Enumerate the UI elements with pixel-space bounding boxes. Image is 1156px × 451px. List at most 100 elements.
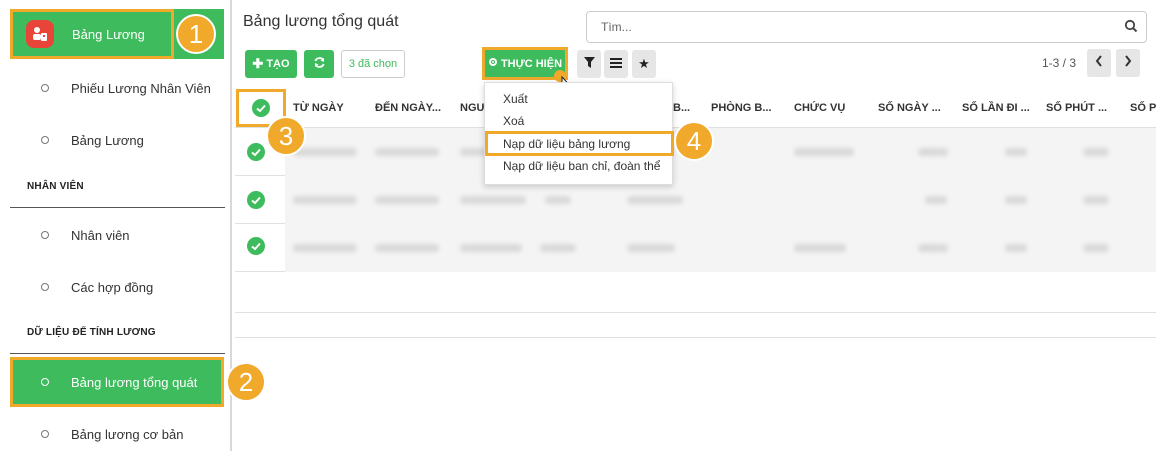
blurred-cell bbox=[1083, 196, 1109, 204]
section-divider bbox=[10, 353, 225, 354]
sidebar-item-bang-luong-co-ban[interactable]: Bảng lương cơ bản bbox=[0, 419, 232, 449]
blurred-cell bbox=[460, 244, 522, 252]
blurred-cell bbox=[1005, 196, 1027, 204]
plus-icon: ✚ bbox=[252, 56, 264, 71]
menu-item-export[interactable]: Xuất bbox=[503, 92, 528, 106]
blurred-cell bbox=[794, 244, 846, 252]
bullet-icon bbox=[41, 430, 49, 438]
sidebar-top-label: Bảng Lương bbox=[72, 26, 145, 42]
column-header[interactable]: SỐ NGÀY ... bbox=[878, 102, 941, 114]
menu-item-load-union-data[interactable]: Nạp dữ liệu ban chỉ, đoàn thể bbox=[503, 159, 660, 173]
section-heading-employee: NHÂN VIÊN bbox=[27, 181, 84, 192]
chevron-right-icon bbox=[1124, 54, 1132, 72]
list-icon bbox=[610, 55, 622, 73]
table-divider bbox=[235, 337, 1156, 338]
star-icon: ★ bbox=[638, 56, 650, 71]
column-header[interactable]: PHÒNG B... bbox=[711, 102, 772, 114]
app-icon bbox=[26, 20, 54, 48]
pager-prev-button[interactable] bbox=[1087, 49, 1111, 77]
bullet-icon bbox=[41, 283, 49, 291]
sidebar-item-label: Bảng lương tổng quát bbox=[71, 374, 198, 390]
filter-button[interactable] bbox=[577, 50, 601, 78]
column-header[interactable]: SỐ LẦN ĐI ... bbox=[962, 102, 1030, 114]
gear-icon bbox=[488, 57, 498, 70]
bullet-icon bbox=[41, 231, 49, 239]
check-circle-icon[interactable] bbox=[247, 191, 265, 209]
blurred-cell bbox=[1083, 148, 1109, 156]
step-badge-2: 2 bbox=[226, 362, 266, 402]
blurred-cell bbox=[918, 244, 948, 252]
blurred-cell bbox=[293, 148, 357, 156]
column-header[interactable]: NGƯ bbox=[460, 102, 486, 114]
table-row[interactable] bbox=[235, 176, 1156, 224]
check-circle-icon bbox=[252, 99, 270, 117]
sidebar-item-bang-luong-app[interactable]: Bảng Lương bbox=[10, 9, 174, 59]
table-divider bbox=[235, 312, 1156, 313]
column-header[interactable]: CHỨC VỤ bbox=[794, 102, 845, 114]
column-header[interactable]: SỐ P bbox=[1130, 102, 1156, 114]
pager-next-button[interactable] bbox=[1116, 49, 1140, 77]
blurred-cell bbox=[545, 196, 571, 204]
sidebar-item-hop-dong[interactable]: Các hợp đồng bbox=[0, 272, 232, 302]
sidebar-item-bang-luong-tong-quat[interactable]: Bảng lương tổng quát bbox=[10, 357, 224, 407]
step-badge-3: 3 bbox=[266, 116, 306, 156]
blurred-cell bbox=[375, 148, 439, 156]
blurred-cell bbox=[375, 244, 439, 252]
blurred-cell bbox=[293, 244, 357, 252]
refresh-button[interactable] bbox=[304, 50, 334, 78]
step-badge-1: 1 bbox=[176, 14, 216, 54]
section-heading-data: DỮ LIỆU ĐỂ TÍNH LƯƠNG bbox=[27, 327, 156, 338]
blurred-cell bbox=[375, 196, 439, 204]
bullet-icon bbox=[41, 84, 49, 92]
sidebar-item-phieu-luong[interactable]: Phiếu Lương Nhân Viên bbox=[0, 73, 232, 103]
check-circle-icon[interactable] bbox=[247, 237, 265, 255]
blurred-cell bbox=[627, 244, 675, 252]
search-placeholder: Tìm... bbox=[601, 20, 632, 34]
group-by-button[interactable] bbox=[604, 50, 628, 78]
refresh-icon bbox=[313, 56, 326, 72]
search-icon[interactable] bbox=[1124, 19, 1138, 36]
blurred-cell bbox=[293, 196, 357, 204]
pager-count: 1-3 / 3 bbox=[1042, 56, 1077, 70]
blurred-cell bbox=[1083, 244, 1109, 252]
sidebar-item-label: Bảng Lương bbox=[71, 132, 144, 148]
sidebar: Bảng Lương Phiếu Lương Nhân Viên Bảng Lư… bbox=[0, 0, 232, 451]
bullet-icon bbox=[41, 378, 49, 386]
table-row[interactable] bbox=[235, 224, 1156, 272]
step-badge-4: 4 bbox=[674, 121, 714, 161]
blurred-cell bbox=[794, 148, 854, 156]
chevron-left-icon bbox=[1095, 54, 1103, 72]
action-dropdown-menu: Xuất Xoá Nạp dữ liệu bảng lương Nạp dữ l… bbox=[484, 82, 674, 185]
action-label: THỰC HIỆN bbox=[500, 57, 563, 70]
filter-icon bbox=[583, 55, 595, 73]
sidebar-item-bang-luong[interactable]: Bảng Lương bbox=[0, 125, 232, 155]
blurred-cell bbox=[1005, 244, 1027, 252]
blurred-cell bbox=[460, 196, 526, 204]
app-root: Bảng Lương Phiếu Lương Nhân Viên Bảng Lư… bbox=[0, 0, 1156, 451]
menu-item-delete[interactable]: Xoá bbox=[503, 114, 524, 128]
blurred-cell bbox=[627, 196, 683, 204]
column-header[interactable]: B... bbox=[673, 102, 690, 114]
bullet-icon bbox=[41, 136, 49, 144]
blurred-cell bbox=[540, 244, 576, 252]
page-title: Bảng lương tổng quát bbox=[243, 13, 399, 30]
sidebar-item-label: Bảng lương cơ bản bbox=[71, 426, 184, 442]
sidebar-item-label: Nhân viên bbox=[71, 227, 130, 243]
column-header[interactable]: SỐ PHÚT ... bbox=[1046, 102, 1107, 114]
check-circle-icon[interactable] bbox=[247, 143, 265, 161]
search-input[interactable]: Tìm... bbox=[586, 11, 1147, 43]
menu-item-load-payroll-data[interactable]: Nạp dữ liệu bảng lương bbox=[485, 131, 674, 156]
sidebar-item-nhan-vien[interactable]: Nhân viên bbox=[0, 220, 232, 250]
sidebar-item-label: Các hợp đồng bbox=[71, 279, 154, 295]
favorites-button[interactable]: ★ bbox=[632, 50, 656, 78]
blurred-cell bbox=[1005, 148, 1027, 156]
create-button[interactable]: ✚ TẠO bbox=[245, 50, 297, 78]
selected-count: 3 đã chọn bbox=[341, 50, 405, 78]
column-header[interactable]: TỪ NGÀY bbox=[293, 102, 344, 114]
blurred-cell bbox=[918, 148, 948, 156]
sidebar-item-label: Phiếu Lương Nhân Viên bbox=[71, 80, 211, 96]
create-label: TẠO bbox=[266, 58, 290, 70]
column-header[interactable]: ĐẾN NGÀY... bbox=[375, 102, 441, 114]
blurred-cell bbox=[925, 196, 947, 204]
section-divider bbox=[10, 207, 225, 208]
